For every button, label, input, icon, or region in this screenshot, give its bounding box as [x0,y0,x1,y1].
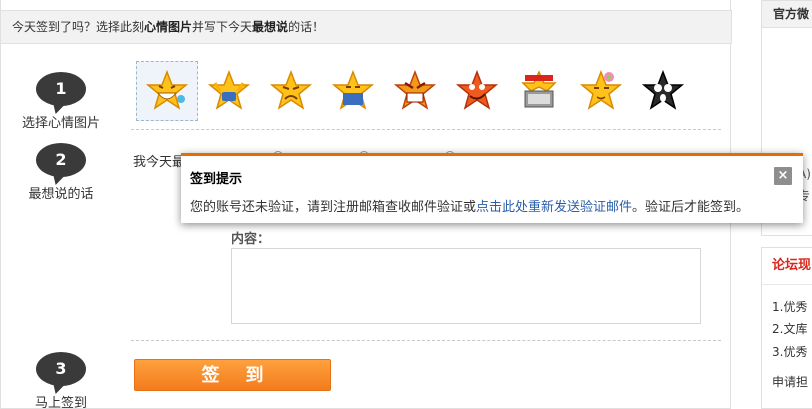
scared-face-icon [641,69,685,110]
step-number-badge: 2 [36,143,86,177]
dialog-text-after: 。验证后才能签到。 [632,200,750,215]
mood-option-happy[interactable] [136,61,198,121]
dialog-title: 签到提示 [190,172,243,187]
forum-box-title: 论坛现 [762,248,812,285]
mood-option-angry[interactable] [384,61,446,121]
header-bold-mood: 心情图片 [144,20,193,34]
excited-face-icon [207,69,251,110]
step-label: 马上签到 [34,396,87,409]
forum-apply-link[interactable]: 申请担 [772,373,808,390]
mood-option-wink[interactable] [446,61,508,121]
step-number-badge: 1 [36,72,86,106]
step-3: 3 马上签到 [1,352,121,409]
forum-item[interactable]: 2.文库 [772,320,807,337]
header-bold-say: 最想说 [252,20,289,34]
mood-option-computer[interactable] [508,61,570,121]
step-label: 选择心情图片 [21,116,100,131]
mood-option-scared[interactable] [632,61,694,121]
forum-item[interactable]: 3.优秀 [772,343,807,360]
resend-verification-link[interactable]: 点击此处重新发送验证邮件 [476,200,632,215]
sign-in-button[interactable]: 签到 [134,359,331,391]
annoyed-face-icon [269,69,313,110]
step-number-badge: 3 [36,352,86,386]
official-weibo-title: 官方微 [762,1,812,28]
header-text-suffix: 的话！ [288,20,325,34]
mood-option-excited[interactable] [198,61,260,121]
header-text-middle: 并写下今天 [192,20,253,34]
computer-face-icon [521,70,557,108]
section-divider [131,129,721,130]
close-icon[interactable]: × [774,167,792,185]
content-label: 内容： [231,232,271,247]
forum-box: 论坛现 1.优秀 2.文库 3.优秀 申请担 [761,247,812,409]
mood-face-picker [136,61,694,121]
step-1: 1 选择心情图片 [1,72,121,131]
forum-item[interactable]: 1.优秀 [772,298,807,315]
flower-face-icon [579,69,623,110]
step-2: 2 最想说的话 [1,143,121,202]
dialog-message: 您的账号还未验证，请到注册邮箱查收邮件验证或点击此处重新发送验证邮件。验证后才能… [190,196,749,215]
header-text-prefix: 今天签到了吗？选择此刻 [12,20,145,34]
mood-option-flower[interactable] [570,61,632,121]
sign-in-alert-dialog: 签到提示 × 您的账号还未验证，请到注册邮箱查收邮件验证或点击此处重新发送验证邮… [181,153,803,223]
happy-face-icon [145,69,189,110]
section-divider [131,340,721,341]
mood-option-annoyed[interactable] [260,61,322,121]
wink-face-icon [455,69,499,110]
bored-face-icon [331,69,375,110]
angry-face-icon [393,69,437,110]
mood-label: 我今天最 [133,155,186,170]
dialog-text-before: 您的账号还未验证，请到注册邮箱查收邮件验证或 [190,200,477,215]
step-label: 最想说的话 [28,187,94,202]
panel-header: 今天签到了吗？选择此刻心情图片并写下今天最想说的话！ [1,10,732,44]
content-textarea[interactable] [231,248,701,324]
mood-option-bored[interactable] [322,61,384,121]
